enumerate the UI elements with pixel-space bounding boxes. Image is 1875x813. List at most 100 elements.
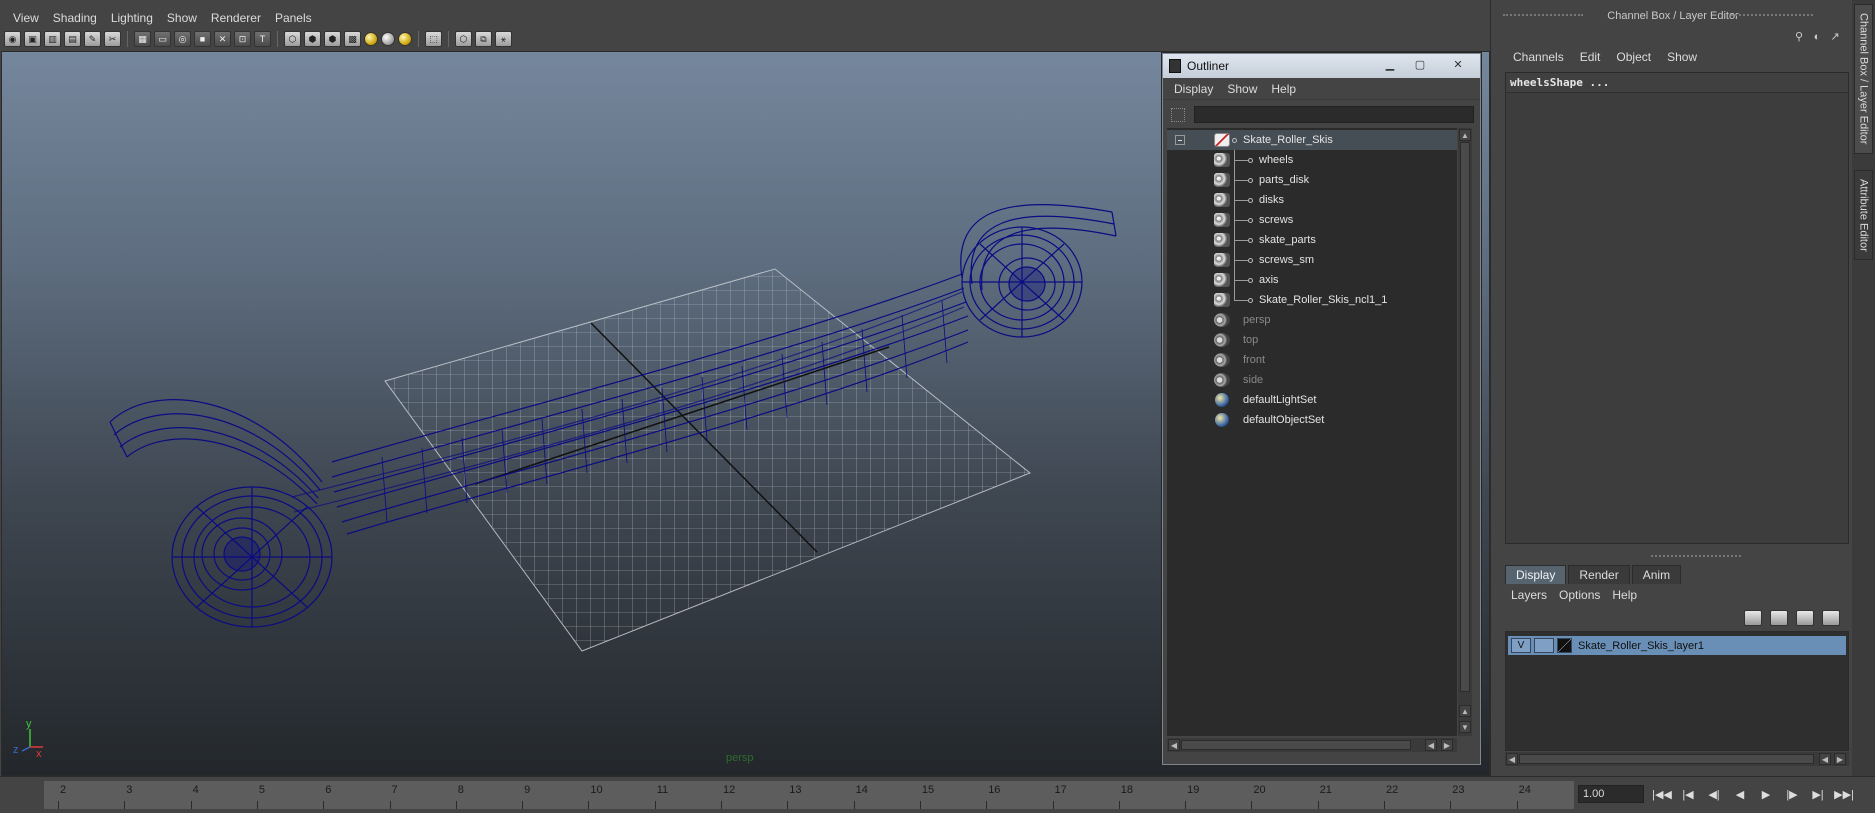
bookmarks-icon[interactable]: ▥	[44, 31, 61, 47]
layer-horizontal-scrollbar[interactable]: ◀ ◀ ▶	[1505, 752, 1849, 766]
outliner-item-camera[interactable]: persp	[1167, 310, 1457, 330]
channel-box-menu-object[interactable]: Object	[1608, 50, 1659, 64]
step-forward-key-icon[interactable]: ▶|	[1808, 785, 1828, 803]
play-backwards-icon[interactable]: ◀	[1730, 785, 1750, 803]
menu-shading[interactable]: Shading	[46, 11, 104, 25]
high-quality-icon[interactable]	[398, 32, 412, 46]
layer-name[interactable]: Skate_Roller_Skis_layer1	[1578, 640, 1704, 652]
collapse-icon[interactable]	[1175, 135, 1185, 145]
scroll-right-icon[interactable]: ▶	[1441, 739, 1453, 751]
tab-display[interactable]: Display	[1505, 565, 1567, 584]
select-camera-icon[interactable]: ◉	[4, 31, 21, 47]
outliner-item[interactable]: screws	[1167, 210, 1457, 230]
outliner-menu-show[interactable]: Show	[1220, 82, 1264, 96]
menu-show[interactable]: Show	[160, 11, 204, 25]
play-forwards-icon[interactable]: ▶	[1756, 785, 1776, 803]
layer-color-swatch[interactable]	[1557, 638, 1572, 653]
smooth-shade-icon[interactable]: ⬢	[304, 31, 321, 47]
grid-icon[interactable]: ▦	[134, 31, 151, 47]
channel-box-list[interactable]: wheelsShape ...	[1505, 72, 1849, 544]
resolution-gate-icon[interactable]: ◎	[174, 31, 191, 47]
minimize-icon[interactable]: ▁	[1377, 57, 1403, 72]
channel-box-menu-channels[interactable]: Channels	[1505, 50, 1572, 64]
scroll-left-icon[interactable]: ◀	[1819, 753, 1831, 765]
current-time-field[interactable]: 1.00	[1578, 785, 1644, 803]
outliner-item[interactable]: disks	[1167, 190, 1457, 210]
tab-channel-box[interactable]: Channel Box / Layer Editor	[1854, 4, 1873, 154]
field-chart-icon[interactable]: ✕	[214, 31, 231, 47]
xray-joints-icon[interactable]: ⧉	[475, 31, 492, 47]
panel-splitter[interactable]	[1651, 555, 1741, 558]
filter-icon[interactable]	[1171, 108, 1185, 122]
outliner-item-set[interactable]: defaultLightSet	[1167, 390, 1457, 410]
step-back-key-icon[interactable]: |◀	[1678, 785, 1698, 803]
safe-title-icon[interactable]: T	[254, 31, 271, 47]
panel-grip[interactable]	[1731, 14, 1813, 18]
menu-renderer[interactable]: Renderer	[204, 11, 268, 25]
outliner-item[interactable]: skate_parts	[1167, 230, 1457, 250]
channel-box-menu-edit[interactable]: Edit	[1572, 50, 1609, 64]
move-layer-up-icon[interactable]	[1744, 610, 1762, 626]
outliner-horizontal-scrollbar[interactable]: ◀ ◀ ▶	[1167, 738, 1457, 752]
manipulator-icon[interactable]: ⚲	[1792, 30, 1806, 44]
close-icon[interactable]: ✕	[1445, 57, 1471, 72]
move-layer-down-icon[interactable]	[1770, 610, 1788, 626]
scroll-thumb[interactable]	[1460, 142, 1470, 692]
scroll-thumb[interactable]	[1181, 740, 1411, 750]
step-back-frame-icon[interactable]: ◀|	[1704, 785, 1724, 803]
grease-pencil-icon[interactable]: ✂	[104, 31, 121, 47]
shadows-icon[interactable]	[381, 32, 395, 46]
layer-visibility-toggle[interactable]: V	[1511, 638, 1531, 653]
tab-attribute-editor[interactable]: Attribute Editor	[1854, 170, 1873, 260]
layer-menu-layers[interactable]: Layers	[1505, 588, 1553, 602]
scroll-down-icon[interactable]: ▼	[1459, 721, 1471, 733]
menu-lighting[interactable]: Lighting	[104, 11, 160, 25]
outliner-menu-help[interactable]: Help	[1264, 82, 1303, 96]
channel-box-menu-show[interactable]: Show	[1659, 50, 1705, 64]
tab-anim[interactable]: Anim	[1631, 565, 1682, 584]
scroll-thumb[interactable]	[1519, 754, 1814, 764]
go-to-end-icon[interactable]: ▶▶|	[1834, 785, 1854, 803]
safe-action-icon[interactable]: ⊡	[234, 31, 251, 47]
layer-display-type-toggle[interactable]	[1534, 638, 1554, 653]
tab-render[interactable]: Render	[1568, 565, 1630, 584]
outliner-item-set[interactable]: defaultObjectSet	[1167, 410, 1457, 430]
scroll-right-icon[interactable]: ▶	[1834, 753, 1846, 765]
xray-icon[interactable]: ⬡	[455, 31, 472, 47]
menu-panels[interactable]: Panels	[268, 11, 319, 25]
speed-icon[interactable]: ◐	[1810, 30, 1824, 44]
textured-icon[interactable]: ▩	[344, 31, 361, 47]
outliner-item[interactable]: screws_sm	[1167, 250, 1457, 270]
image-plane-icon[interactable]: ▤	[64, 31, 81, 47]
outliner-item-group[interactable]: Skate_Roller_Skis	[1167, 130, 1457, 150]
selected-object-name[interactable]: wheelsShape ...	[1506, 73, 1848, 93]
outliner-item[interactable]: parts_disk	[1167, 170, 1457, 190]
outliner-filter-input[interactable]	[1194, 106, 1474, 123]
outliner-item[interactable]: axis	[1167, 270, 1457, 290]
camera-attributes-icon[interactable]: ▣	[24, 31, 41, 47]
menu-view[interactable]: View	[6, 11, 46, 25]
outliner-item-camera[interactable]: front	[1167, 350, 1457, 370]
gate-mask-icon[interactable]: ■	[194, 31, 211, 47]
scroll-left-icon[interactable]: ◀	[1506, 753, 1518, 765]
scroll-up-icon[interactable]: ▲	[1459, 705, 1471, 717]
scroll-left-icon[interactable]: ◀	[1425, 739, 1437, 751]
outliner-titlebar[interactable]: Outliner ▁ ▢ ✕	[1163, 54, 1480, 78]
outliner-vertical-scrollbar[interactable]: ▲ ▲ ▼	[1458, 128, 1472, 736]
go-to-start-icon[interactable]: |◀◀	[1652, 785, 1672, 803]
hyperbolic-icon[interactable]: ↗	[1828, 30, 1842, 44]
new-layer-icon[interactable]	[1796, 610, 1814, 626]
outliner-item-camera[interactable]: top	[1167, 330, 1457, 350]
xray-components-icon[interactable]: ⚹	[495, 31, 512, 47]
outliner-item-camera[interactable]: side	[1167, 370, 1457, 390]
time-slider-track[interactable]: 2 3 4 5 6 7 8 9 10 11 12 13 14 15 16 17 18 19 20 21 22 23 24	[44, 781, 1574, 809]
outliner-menu-display[interactable]: Display	[1167, 82, 1220, 96]
wireframe-on-shaded-icon[interactable]: ⬢	[324, 31, 341, 47]
layer-row[interactable]: V Skate_Roller_Skis_layer1	[1508, 636, 1846, 655]
layer-menu-help[interactable]: Help	[1606, 588, 1643, 602]
outliner-item[interactable]: wheels	[1167, 150, 1457, 170]
film-gate-icon[interactable]: ▭	[154, 31, 171, 47]
scroll-up-icon[interactable]: ▲	[1459, 129, 1471, 141]
maximize-icon[interactable]: ▢	[1407, 57, 1433, 72]
step-forward-frame-icon[interactable]: |▶	[1782, 785, 1802, 803]
